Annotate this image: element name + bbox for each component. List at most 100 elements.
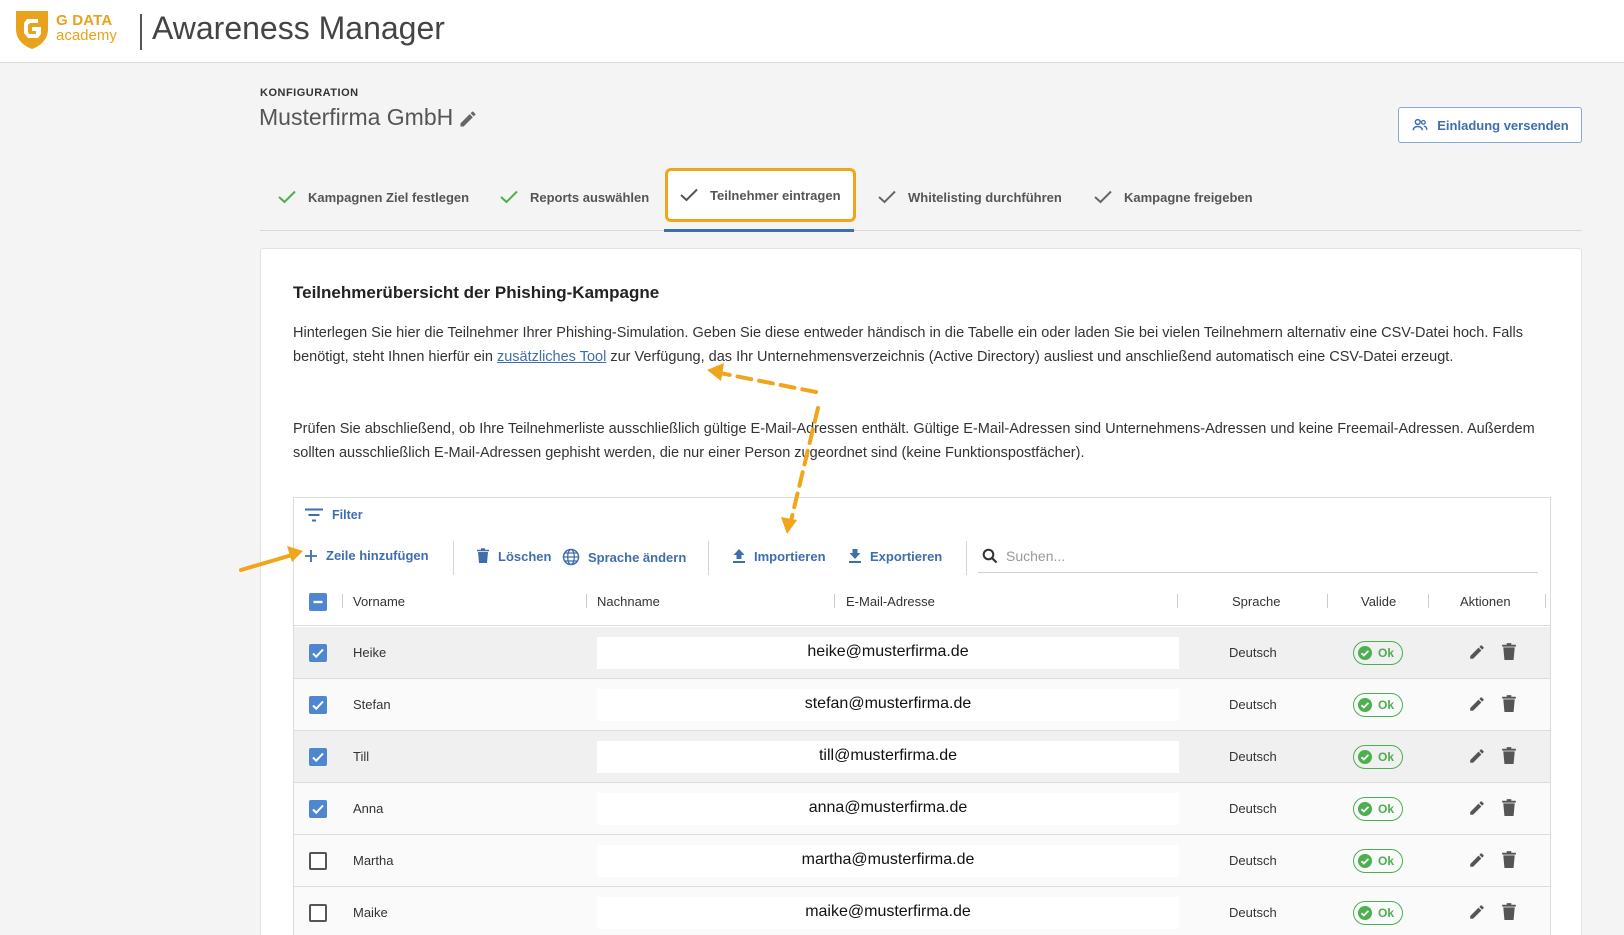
checkmark-icon xyxy=(680,188,698,202)
row-checkbox[interactable] xyxy=(309,644,327,662)
intro-text-2: zur Verfügung, das Ihr Unternehmensverze… xyxy=(606,349,1454,365)
column-header-language[interactable]: Sprache xyxy=(1232,594,1280,609)
valid-badge: Ok xyxy=(1353,797,1403,821)
email-cell[interactable]: heike@musterfirma.de xyxy=(597,637,1179,669)
step-label: Kampagne freigeben xyxy=(1124,189,1253,205)
delete-trash-icon[interactable] xyxy=(1501,902,1517,922)
filter-button[interactable]: Filter xyxy=(304,508,363,522)
email-cell[interactable]: anna@musterfirma.de xyxy=(597,793,1179,825)
language-cell[interactable]: Deutsch xyxy=(1229,697,1277,712)
column-divider xyxy=(1545,594,1546,608)
checkmark-icon xyxy=(878,190,896,204)
delete-trash-icon[interactable] xyxy=(1501,642,1517,662)
valid-badge: Ok xyxy=(1353,641,1403,665)
card-title: Teilnehmerübersicht der Phishing-Kampagn… xyxy=(293,283,660,302)
delete-trash-icon[interactable] xyxy=(1501,694,1517,714)
edit-pencil-icon[interactable] xyxy=(1468,903,1486,921)
first-name-cell[interactable]: Anna xyxy=(353,801,383,816)
check-paragraph: Prüfen Sie abschließend, ob Ihre Teilneh… xyxy=(293,421,1535,461)
step-campaign-goal[interactable]: Kampagnen Ziel festlegen xyxy=(278,168,469,226)
first-name-cell[interactable]: Heike xyxy=(353,645,386,660)
column-header-valid[interactable]: Valide xyxy=(1361,594,1396,609)
language-cell[interactable]: Deutsch xyxy=(1229,801,1277,816)
valid-badge: Ok xyxy=(1353,693,1403,717)
checkmark-icon xyxy=(500,190,518,204)
email-cell[interactable]: stefan@musterfirma.de xyxy=(597,689,1179,721)
globe-icon xyxy=(562,548,580,566)
export-button[interactable]: Exportieren xyxy=(848,548,942,564)
first-name-cell[interactable]: Maike xyxy=(353,905,388,920)
check-icon xyxy=(312,700,324,711)
valid-label: Ok xyxy=(1378,750,1395,764)
delete-button[interactable]: Löschen xyxy=(476,548,551,564)
export-label: Exportieren xyxy=(870,548,943,564)
check-icon xyxy=(312,804,324,815)
import-button[interactable]: Importieren xyxy=(732,548,826,564)
column-header-last-name[interactable]: Nachname xyxy=(597,594,660,609)
change-language-button[interactable]: Sprache ändern xyxy=(562,548,686,566)
change-language-label: Sprache ändern xyxy=(588,549,687,565)
valid-label: Ok xyxy=(1378,802,1395,816)
table-row: Maike maike@musterfirma.de Deutsch Ok xyxy=(294,887,1550,935)
step-participants[interactable]: Teilnehmer eintragen xyxy=(665,168,856,222)
add-row-button[interactable]: Zeile hinzufügen xyxy=(304,548,429,563)
toolbar-divider xyxy=(966,541,967,575)
column-header-email[interactable]: E-Mail-Adresse xyxy=(846,594,935,609)
delete-trash-icon[interactable] xyxy=(1501,746,1517,766)
search-icon xyxy=(982,548,998,564)
row-checkbox[interactable] xyxy=(309,904,327,922)
table-row: Anna anna@musterfirma.de Deutsch Ok xyxy=(294,783,1550,835)
edit-pencil-icon[interactable] xyxy=(1468,851,1486,869)
row-checkbox[interactable] xyxy=(309,800,327,818)
upload-icon xyxy=(733,549,745,563)
download-icon xyxy=(849,549,861,563)
step-release[interactable]: Kampagne freigeben xyxy=(1094,168,1253,226)
first-name-cell[interactable]: Till xyxy=(353,749,369,764)
edit-pencil-icon[interactable] xyxy=(1468,643,1486,661)
check-circle-icon xyxy=(1358,698,1372,712)
valid-label: Ok xyxy=(1378,646,1395,660)
row-checkbox[interactable] xyxy=(309,748,327,766)
top-bar: G DATA academy Awareness Manager xyxy=(0,0,1624,63)
language-cell[interactable]: Deutsch xyxy=(1229,905,1277,920)
search-field[interactable] xyxy=(978,540,1538,573)
edit-pencil-icon[interactable] xyxy=(1468,799,1486,817)
email-cell[interactable]: martha@musterfirma.de xyxy=(597,845,1179,877)
additional-tool-link[interactable]: zusätzliches Tool xyxy=(497,349,606,365)
column-divider xyxy=(1177,594,1178,608)
participants-card: Teilnehmerübersicht der Phishing-Kampagn… xyxy=(260,248,1582,935)
toolbar-divider xyxy=(708,541,709,575)
language-cell[interactable]: Deutsch xyxy=(1229,749,1277,764)
language-cell[interactable]: Deutsch xyxy=(1229,853,1277,868)
delete-trash-icon[interactable] xyxy=(1501,850,1517,870)
email-cell[interactable]: till@musterfirma.de xyxy=(597,741,1179,773)
trash-icon xyxy=(477,548,489,563)
valid-badge: Ok xyxy=(1353,849,1403,873)
column-header-first-name[interactable]: Vorname xyxy=(353,594,405,609)
check-circle-icon xyxy=(1358,906,1372,920)
send-invitation-button[interactable]: Einladung versenden xyxy=(1398,107,1582,143)
language-cell[interactable]: Deutsch xyxy=(1229,645,1277,660)
email-cell[interactable]: maike@musterfirma.de xyxy=(597,897,1179,929)
check-circle-icon xyxy=(1358,802,1372,816)
valid-label: Ok xyxy=(1378,698,1395,712)
step-whitelisting[interactable]: Whitelisting durchführen xyxy=(878,168,1062,226)
send-invitation-label: Einladung versenden xyxy=(1437,117,1569,133)
people-icon xyxy=(1412,118,1428,131)
table-row: Stefan stefan@musterfirma.de Deutsch Ok xyxy=(294,679,1550,731)
edit-pencil-icon[interactable] xyxy=(1468,695,1486,713)
search-input[interactable] xyxy=(1006,548,1526,564)
first-name-cell[interactable]: Stefan xyxy=(353,697,391,712)
row-checkbox[interactable] xyxy=(309,696,327,714)
edit-pencil-icon[interactable] xyxy=(1468,747,1486,765)
toolbar-divider xyxy=(453,541,454,575)
import-label: Importieren xyxy=(754,548,826,564)
edit-company-pencil-icon[interactable] xyxy=(458,109,478,129)
step-reports[interactable]: Reports auswählen xyxy=(500,168,649,226)
delete-trash-icon[interactable] xyxy=(1501,798,1517,818)
row-checkbox[interactable] xyxy=(309,852,327,870)
company-name: Musterfirma GmbH xyxy=(259,104,454,130)
select-all-checkbox[interactable] xyxy=(309,593,327,611)
filter-icon xyxy=(305,508,323,522)
first-name-cell[interactable]: Martha xyxy=(353,853,393,868)
